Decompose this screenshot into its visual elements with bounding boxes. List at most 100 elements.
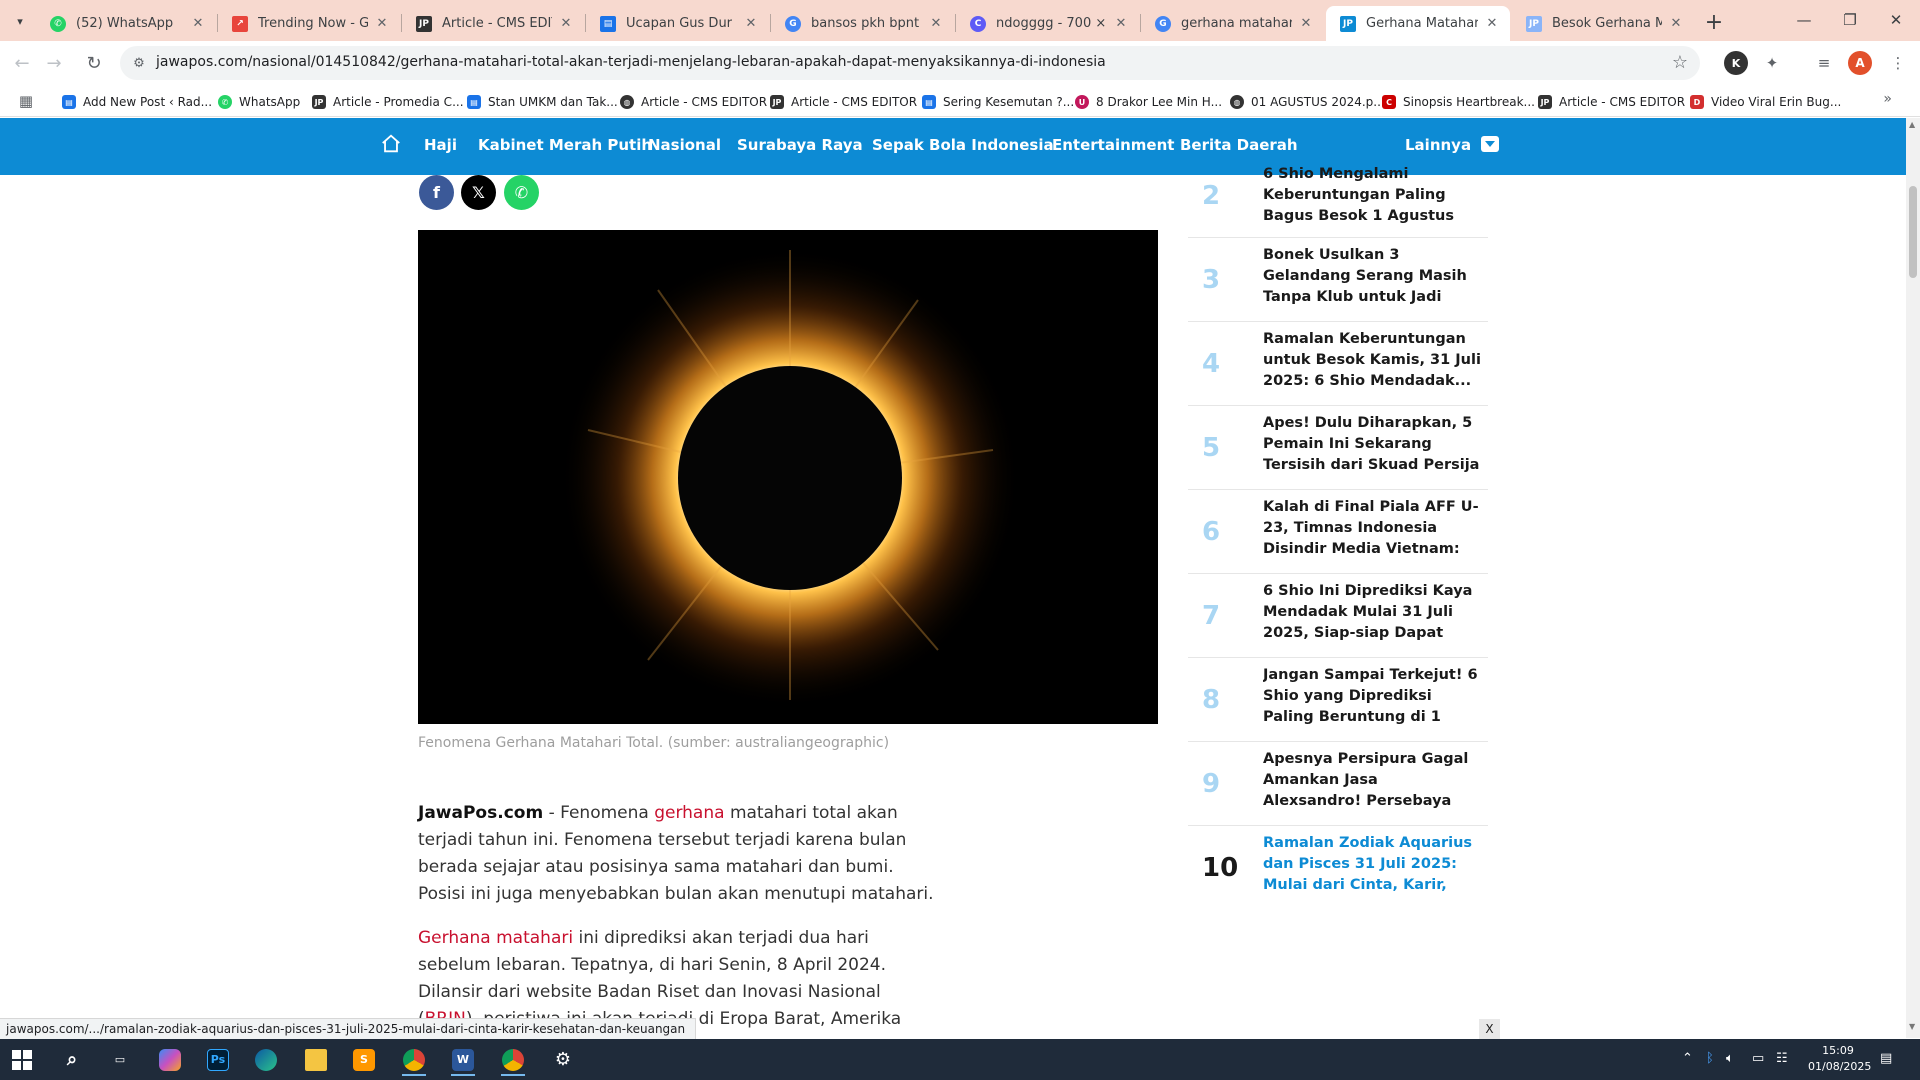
scroll-down-icon[interactable]: ▼ (1909, 1022, 1915, 1031)
bookmark-item[interactable]: JP Article - CMS EDITOR (770, 92, 917, 112)
tab-search-icon[interactable]: ▾ (8, 9, 32, 33)
nav-kabinet-merah-putih[interactable]: Kabinet Merah Putih (478, 136, 652, 154)
file-explorer-app[interactable] (296, 1043, 336, 1076)
popular-item[interactable]: 3 Bonek Usulkan 3 Gelandang Serang Masih… (1188, 238, 1488, 322)
ad-close-button[interactable]: X (1479, 1019, 1500, 1039)
popular-item[interactable]: 9 Apesnya Persipura Gagal Amankan Jasa A… (1188, 742, 1488, 826)
popular-title[interactable]: Apes! Dulu Diharapkan, 5 Pemain Ini Seka… (1263, 413, 1481, 476)
reload-icon[interactable]: ↻ (80, 49, 108, 77)
task-view-button[interactable]: ▭ (100, 1043, 140, 1076)
scrollbar-thumb[interactable] (1909, 186, 1917, 278)
tag-link-gerhana-matahari[interactable]: Gerhana matahari (418, 928, 573, 948)
popular-title[interactable]: Ramalan Zodiak Aquarius dan Pisces 31 Ju… (1263, 833, 1481, 896)
popular-item[interactable]: 6 Kalah di Final Piala AFF U-23, Timnas … (1188, 490, 1488, 574)
apps-grid-icon[interactable]: ▦ (16, 91, 36, 111)
popular-item[interactable]: 5 Apes! Dulu Diharapkan, 5 Pemain Ini Se… (1188, 406, 1488, 490)
display-icon[interactable]: ▭ (1752, 1051, 1764, 1066)
settings-app[interactable]: ⚙ (543, 1043, 583, 1076)
tab-bansos[interactable]: G bansos pkh bpnt - Go ✕ (771, 6, 954, 41)
close-icon[interactable]: ✕ (1298, 16, 1314, 31)
notifications-icon[interactable]: ▤ (1880, 1051, 1892, 1066)
volume-icon[interactable]: 🔈︎ (1726, 1051, 1734, 1066)
popular-item[interactable]: 7 6 Shio Ini Diprediksi Kaya Mendadak Mu… (1188, 574, 1488, 658)
chrome-profile-app[interactable] (493, 1043, 533, 1076)
close-icon[interactable]: ✕ (928, 16, 944, 31)
bookmark-item[interactable]: ✆ WhatsApp (218, 92, 300, 112)
close-icon[interactable]: ✕ (190, 16, 206, 31)
bluetooth-icon[interactable]: ᛒ (1706, 1051, 1714, 1066)
scroll-up-icon[interactable]: ▲ (1909, 120, 1915, 129)
share-whatsapp-button[interactable]: ✆ (504, 175, 539, 210)
edge-app[interactable] (246, 1043, 286, 1076)
close-icon[interactable]: ✕ (374, 16, 390, 31)
tab-canva[interactable]: C ndogggg - 700 × 500 ✕ (956, 6, 1139, 41)
site-info-icon[interactable]: ⚙ (130, 54, 148, 72)
chrome-app[interactable] (394, 1043, 434, 1076)
search-button[interactable]: ⌕ (52, 1043, 92, 1076)
nav-lainnya-dropdown[interactable]: Lainnya (1405, 136, 1500, 154)
close-icon[interactable]: ✕ (1113, 16, 1129, 31)
popular-item[interactable]: 4 Ramalan Keberuntungan untuk Besok Kami… (1188, 322, 1488, 406)
address-bar[interactable]: ⚙ jawapos.com/nasional/014510842/gerhana… (120, 46, 1700, 80)
close-icon[interactable]: ✕ (1668, 16, 1684, 31)
tab-whatsapp[interactable]: ✆ (52) WhatsApp ✕ (36, 6, 216, 41)
bookmark-item[interactable]: ▤ Stan UMKM dan Tak... (467, 92, 618, 112)
extension-k-icon[interactable]: K (1724, 51, 1748, 75)
tab-ucapan-gus-dur[interactable]: ▤ Ucapan Gus Dur Kem ✕ (586, 6, 769, 41)
bookmark-item[interactable]: ◍ Article - CMS EDITOR (620, 92, 767, 112)
bookmarks-overflow-icon[interactable]: » (1883, 91, 1892, 107)
minimize-button[interactable]: — (1781, 6, 1827, 34)
bookmark-item[interactable]: U 8 Drakor Lee Min H... (1075, 92, 1222, 112)
bookmark-item[interactable]: ▤ Sering Kesemutan ?... (922, 92, 1074, 112)
nav-sepak-bola-indonesia[interactable]: Sepak Bola Indonesia (872, 136, 1054, 154)
bookmark-item[interactable]: ▤ Add New Post ‹ Rad... (62, 92, 212, 112)
popular-title[interactable]: Apesnya Persipura Gagal Amankan Jasa Ale… (1263, 749, 1481, 812)
bookmark-item[interactable]: ◍ 01 AGUSTUS 2024.p... (1230, 92, 1385, 112)
close-icon[interactable]: ✕ (743, 16, 759, 31)
tag-link-gerhana[interactable]: gerhana (654, 803, 724, 823)
back-icon[interactable]: ← (8, 49, 36, 77)
popular-title[interactable]: 6 Shio Ini Diprediksi Kaya Mendadak Mula… (1263, 581, 1481, 644)
nav-nasional[interactable]: Nasional (648, 136, 721, 154)
popular-title[interactable]: Bonek Usulkan 3 Gelandang Serang Masih T… (1263, 245, 1481, 308)
restore-button[interactable]: ❐ (1827, 6, 1873, 34)
popular-title[interactable]: Kalah di Final Piala AFF U-23, Timnas In… (1263, 497, 1481, 560)
nav-surabaya-raya[interactable]: Surabaya Raya (737, 136, 863, 154)
sublime-app[interactable]: S (344, 1043, 384, 1076)
tab-trending[interactable]: ↗ Trending Now - Goog ✕ (218, 6, 400, 41)
bookmark-item[interactable]: JP Article - Promedia C... (312, 92, 464, 112)
tab-gerhana-search[interactable]: G gerhana matahari tot ✕ (1141, 6, 1324, 41)
word-app[interactable]: W (443, 1043, 483, 1076)
nav-entertainment[interactable]: Entertainment (1052, 136, 1174, 154)
close-window-button[interactable]: ✕ (1873, 6, 1919, 34)
popular-title[interactable]: 6 Shio Mengalami Keberuntungan Paling Ba… (1263, 164, 1481, 227)
popular-title[interactable]: Jangan Sampai Terkejut! 6 Shio yang Dipr… (1263, 665, 1481, 728)
tab-besok-gerhana[interactable]: JP Besok Gerhana Mata ✕ (1512, 6, 1694, 41)
nav-haji[interactable]: Haji (424, 136, 457, 154)
browser-menu-icon[interactable]: ⋮ (1886, 51, 1910, 75)
new-tab-button[interactable]: + (1700, 8, 1728, 36)
tab-cms-editor[interactable]: JP Article - CMS EDITOR ✕ (402, 6, 584, 41)
forward-icon[interactable]: → (40, 49, 68, 77)
bookmark-item[interactable]: JP Article - CMS EDITOR (1538, 92, 1685, 112)
url-text[interactable]: jawapos.com/nasional/014510842/gerhana-m… (156, 54, 1106, 70)
home-icon[interactable] (380, 133, 402, 155)
page-scrollbar[interactable]: ▲ ▼ (1906, 118, 1920, 1038)
close-icon[interactable]: ✕ (558, 16, 574, 31)
profile-avatar[interactable]: A (1848, 51, 1872, 75)
popular-item[interactable]: 8 Jangan Sampai Terkejut! 6 Shio yang Di… (1188, 658, 1488, 742)
nav-berita-daerah[interactable]: Berita Daerah (1180, 136, 1298, 154)
media-controls-icon[interactable]: ≡ (1812, 51, 1836, 75)
network-icon[interactable]: ☷ (1776, 1051, 1788, 1066)
popular-item[interactable]: 2 6 Shio Mengalami Keberuntungan Paling … (1188, 154, 1488, 238)
popular-item[interactable]: 10 Ramalan Zodiak Aquarius dan Pisces 31… (1188, 826, 1488, 910)
start-button[interactable] (2, 1043, 42, 1076)
copilot-app[interactable] (150, 1043, 190, 1076)
tab-gerhana-article-active[interactable]: JP Gerhana Matahari To ✕ (1326, 6, 1510, 41)
share-x-button[interactable]: 𝕏 (461, 175, 496, 210)
system-clock[interactable]: 15:09 01/08/2025 (1808, 1043, 1871, 1075)
extensions-puzzle-icon[interactable]: ✦ (1760, 51, 1784, 75)
show-hidden-icons-chevron-up-icon[interactable]: ⌃ (1682, 1051, 1693, 1066)
close-icon[interactable]: ✕ (1484, 16, 1500, 31)
bookmark-item[interactable]: D Video Viral Erin Bug... (1690, 92, 1841, 112)
